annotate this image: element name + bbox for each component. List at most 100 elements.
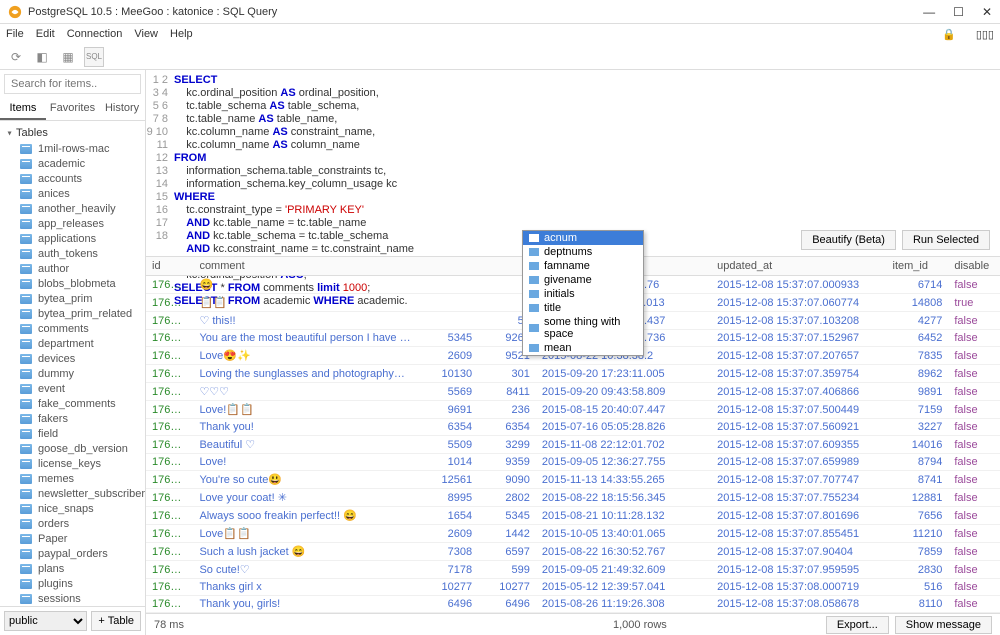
- table-row[interactable]: 176022Loving the sunglasses and photogra…: [146, 365, 1000, 383]
- tree-item-comments[interactable]: comments: [0, 321, 145, 336]
- autocomplete-item[interactable]: acnum: [523, 231, 643, 245]
- run-selected-button[interactable]: Run Selected: [902, 230, 990, 250]
- show-message-button[interactable]: Show message: [895, 616, 992, 634]
- menu-connection[interactable]: Connection: [67, 28, 123, 40]
- cell: 2015-09-05 12:36:27.755: [536, 454, 711, 471]
- tree-group-tables[interactable]: Tables: [0, 125, 145, 141]
- tool-db[interactable]: ◧: [32, 47, 52, 67]
- autocomplete-item[interactable]: famname: [523, 259, 643, 273]
- tree-item-blobs_blobmeta[interactable]: blobs_blobmeta: [0, 276, 145, 291]
- column-header[interactable]: updated_at: [711, 257, 886, 276]
- menu-edit[interactable]: Edit: [36, 28, 55, 40]
- tree-item-goose_db_version[interactable]: goose_db_version: [0, 441, 145, 456]
- tab-items[interactable]: Items: [0, 98, 46, 120]
- tree-item-author[interactable]: author: [0, 261, 145, 276]
- table-row[interactable]: 176034Thanks girl x10277102772015-05-12 …: [146, 579, 1000, 596]
- tree-item-plans[interactable]: plans: [0, 561, 145, 576]
- cell: false: [948, 401, 1000, 419]
- close-button[interactable]: ✕: [982, 5, 992, 19]
- table-row[interactable]: 176035Thank you, girls!649664962015-08-2…: [146, 596, 1000, 613]
- cell: false: [948, 471, 1000, 489]
- table-row[interactable]: 176027Love!101493592015-09-05 12:36:27.7…: [146, 454, 1000, 471]
- tab-history[interactable]: History: [99, 98, 145, 120]
- table-icon: [20, 219, 32, 229]
- table-icon: [20, 579, 32, 589]
- table-icon: [20, 549, 32, 559]
- autocomplete-item[interactable]: initials: [523, 287, 643, 301]
- tree-item-fake_comments[interactable]: fake_comments: [0, 396, 145, 411]
- search-input[interactable]: [4, 74, 141, 94]
- table-row[interactable]: 176029Love your coat! ✳899528022015-08-2…: [146, 489, 1000, 507]
- tree-item-auth_tokens[interactable]: auth_tokens: [0, 246, 145, 261]
- tree-item-sessions[interactable]: sessions: [0, 591, 145, 606]
- tree-item-memes[interactable]: memes: [0, 471, 145, 486]
- tree-item-paypal_orders[interactable]: paypal_orders: [0, 546, 145, 561]
- tree-item-event[interactable]: event: [0, 381, 145, 396]
- tree-item-plugins[interactable]: plugins: [0, 576, 145, 591]
- tree-item-newsletter_subscribers[interactable]: newsletter_subscribers: [0, 486, 145, 501]
- tool-refresh[interactable]: ⟳: [6, 47, 26, 67]
- add-table-button[interactable]: + Table: [91, 611, 141, 631]
- menu-view[interactable]: View: [134, 28, 158, 40]
- sql-editor[interactable]: 1 2 3 4 5 6 7 8 9 10 11 12 13 14 15 16 1…: [146, 70, 1000, 230]
- cell: false: [948, 525, 1000, 543]
- autocomplete-item[interactable]: deptnums: [523, 245, 643, 259]
- cell: 3227: [887, 419, 949, 436]
- autocomplete-item[interactable]: title: [523, 301, 643, 315]
- schema-select[interactable]: public: [4, 611, 87, 631]
- table-row[interactable]: 176028You're so cute😃1256190902015-11-13…: [146, 471, 1000, 489]
- column-header[interactable]: item_id: [887, 257, 949, 276]
- column-header[interactable]: [420, 257, 478, 276]
- maximize-button[interactable]: ☐: [953, 5, 964, 19]
- tree-item-bytea_prim_related[interactable]: bytea_prim_related: [0, 306, 145, 321]
- tree-item-Paper[interactable]: Paper: [0, 531, 145, 546]
- export-button[interactable]: Export...: [826, 616, 889, 634]
- column-header[interactable]: id: [146, 257, 193, 276]
- autocomplete-item[interactable]: some thing with space: [523, 315, 643, 341]
- tree-item-academic[interactable]: academic: [0, 156, 145, 171]
- tree-item-orders[interactable]: orders: [0, 516, 145, 531]
- cell: 10277: [478, 579, 536, 596]
- tab-favorites[interactable]: Favorites: [46, 98, 99, 120]
- menu-help[interactable]: Help: [170, 28, 193, 40]
- autocomplete-label: acnum: [544, 232, 577, 244]
- tree-item-anices[interactable]: anices: [0, 186, 145, 201]
- beautify-button[interactable]: Beautify (Beta): [801, 230, 896, 250]
- tree-item-dummy[interactable]: dummy: [0, 366, 145, 381]
- cell: 176029: [146, 489, 193, 507]
- tree-item-1mil-rows-mac[interactable]: 1mil-rows-mac: [0, 141, 145, 156]
- menu-file[interactable]: File: [6, 28, 24, 40]
- table-row[interactable]: 176032Such a lush jacket 😄730865972015-0…: [146, 543, 1000, 561]
- table-icon: [20, 174, 32, 184]
- table-row[interactable]: 176024Love!📋📋96912362015-08-15 20:40:07.…: [146, 401, 1000, 419]
- tree-item-applications[interactable]: applications: [0, 231, 145, 246]
- column-header[interactable]: comment: [193, 257, 420, 276]
- cell: 2015-12-08 15:37:07.359754: [711, 365, 886, 383]
- column-icon: [529, 262, 539, 270]
- minimize-button[interactable]: —: [923, 5, 935, 19]
- tree-item-nice_snaps[interactable]: nice_snaps: [0, 501, 145, 516]
- table-icon: [20, 474, 32, 484]
- tree-item-app_releases[interactable]: app_releases: [0, 216, 145, 231]
- table-row[interactable]: 176030Always sooo freakin perfect!! 😄165…: [146, 507, 1000, 525]
- table-row[interactable]: 176023♡♡♡556984112015-09-20 09:43:58.809…: [146, 383, 1000, 401]
- tree-item-another_heavily[interactable]: another_heavily: [0, 201, 145, 216]
- autocomplete-item[interactable]: mean: [523, 341, 643, 355]
- column-header[interactable]: disable: [948, 257, 1000, 276]
- tree-item-fakers[interactable]: fakers: [0, 411, 145, 426]
- table-row[interactable]: 176025Thank you!635463542015-07-16 05:05…: [146, 419, 1000, 436]
- tool-sql[interactable]: SQL: [84, 47, 104, 67]
- table-row[interactable]: 176031Love📋📋260914422015-10-05 13:40:01.…: [146, 525, 1000, 543]
- table-row[interactable]: 176033So cute!♡71785992015-09-05 21:49:3…: [146, 561, 1000, 579]
- tree-item-bytea_prim[interactable]: bytea_prim: [0, 291, 145, 306]
- tree-item-department[interactable]: department: [0, 336, 145, 351]
- tree-item-label: bytea_prim_related: [38, 308, 132, 320]
- table-icon: [20, 429, 32, 439]
- tool-grid[interactable]: ▦: [58, 47, 78, 67]
- autocomplete-item[interactable]: givename: [523, 273, 643, 287]
- table-row[interactable]: 176026Beautiful ♡550932992015-11-08 22:1…: [146, 436, 1000, 454]
- tree-item-accounts[interactable]: accounts: [0, 171, 145, 186]
- tree-item-license_keys[interactable]: license_keys: [0, 456, 145, 471]
- tree-item-devices[interactable]: devices: [0, 351, 145, 366]
- tree-item-field[interactable]: field: [0, 426, 145, 441]
